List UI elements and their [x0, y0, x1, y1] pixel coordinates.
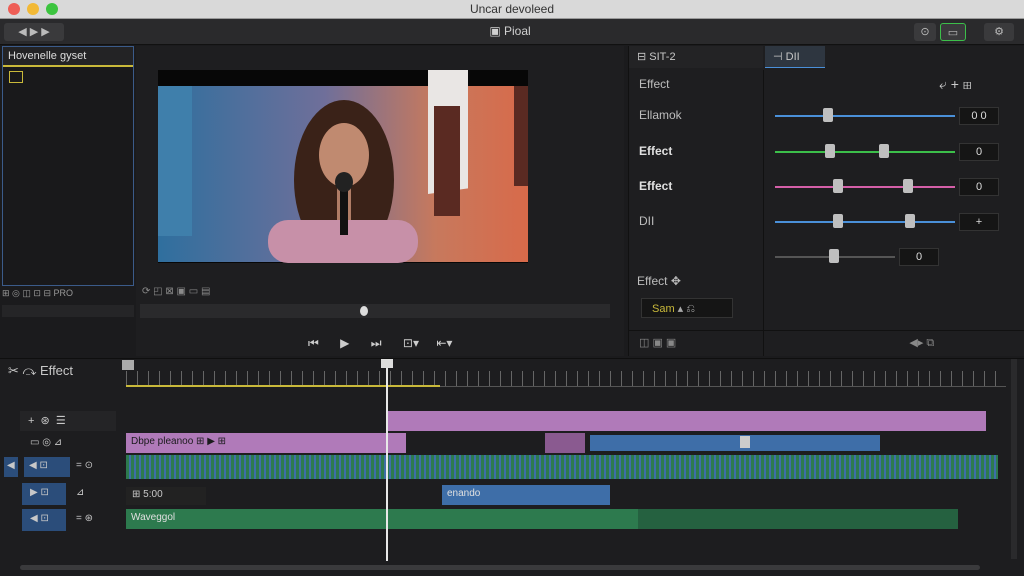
param-knob[interactable] [833, 179, 843, 193]
media-browser: Hovenelle gyset [2, 46, 134, 286]
track-lock[interactable]: ▶ ⊡ [22, 483, 66, 505]
param-knob[interactable] [905, 214, 915, 228]
param-knob[interactable] [879, 144, 889, 158]
inspector-panel: ⊟ SIT-2 ⊣ DII Effect ⤶ + ⊞ Ellamok 0 0 E… [628, 46, 1024, 356]
parameter-list: Ellamok 0 0 Effect 0 Effect 0 DII + 0 [629, 104, 1024, 304]
param-knob[interactable] [833, 214, 843, 228]
param-label: Effect [639, 179, 673, 193]
green-clip[interactable]: Waveggol [126, 509, 638, 529]
inspector-tab-a[interactable]: ⊟ SIT-2 [629, 46, 763, 68]
track-header: ◀ ⊡ = ⊛ [22, 509, 118, 531]
add-effect-button[interactable]: ⤶ + ⊞ [939, 76, 972, 93]
param-knob[interactable] [823, 108, 833, 122]
vertical-scrollbar[interactable] [1011, 359, 1017, 559]
param-knob[interactable] [825, 144, 835, 158]
green-clip-2[interactable] [638, 509, 958, 529]
param-label: Ellamok [639, 108, 682, 122]
scrubber-bar[interactable] [140, 304, 610, 318]
audio-clip[interactable] [590, 435, 880, 451]
param-knob[interactable] [829, 249, 839, 263]
track-add-controls[interactable]: + ⊛ ☰ [20, 411, 116, 431]
speed-icon[interactable]: ⇤▾ [436, 336, 452, 350]
title-clip[interactable]: Dbpe pleanoo ⊞ ▶ ⊞ [126, 433, 406, 453]
in-range-bar [126, 385, 440, 387]
layout-icon[interactable]: ▭ [940, 23, 966, 41]
timeline-clip[interactable] [545, 433, 585, 453]
viewer-panel: ⟳ ◰ ⊠ ▣ ▭ ▤ ⏮ ▶ ⏭ ⊡▾ ⇤▾ [136, 46, 624, 356]
inspector-tools-icon[interactable]: ◫ ▣ ▣ [639, 337, 676, 349]
param-value[interactable]: 0 [959, 178, 999, 196]
param-value[interactable]: 0 0 [959, 107, 999, 125]
track-volume[interactable]: ⊿ [76, 487, 84, 498]
track-volume[interactable]: = ⊛ [76, 513, 93, 524]
inspector-tab-b[interactable]: ⊣ DII [765, 46, 825, 68]
clip-handle[interactable] [740, 436, 750, 448]
timeline-header: ✂ ⤼ Effect [8, 363, 74, 378]
param-label: DII [639, 214, 655, 228]
sam-select[interactable]: Sam ▴ ⎌ [641, 298, 733, 318]
browser-toolbar: ⊞ ◎ ◫ ⊡ ⊟ PRO [2, 288, 73, 298]
viewer-icon: ▣ [489, 24, 504, 38]
param-slider[interactable] [775, 186, 955, 188]
inspector-section-label: Effect [639, 77, 670, 91]
timeline-panel: ✂ ⤼ Effect + ⊛ ☰ ▭ ◎ ⊿ ◀ ◀ ⊡ = ⊙ ▶ ⊡ ⊿ ◀… [0, 358, 1024, 576]
timeline-ruler[interactable] [126, 371, 1006, 387]
blue-clip[interactable]: enando [442, 485, 610, 505]
settings-icon[interactable]: ⚙ [984, 23, 1014, 41]
viewer-title: ▣ Pioal [489, 24, 531, 38]
clip-icon: ⊞ [132, 489, 144, 500]
timeline-playhead[interactable] [386, 365, 388, 561]
grid-icon[interactable]: ⊞ ◎ ◫ ⊡ ⊟ [2, 288, 53, 298]
playback-controls: ⏮ ▶ ⏭ ⊡▾ ⇤▾ [308, 336, 488, 352]
window-title: Uncar devoleed [469, 2, 555, 16]
param-slider[interactable] [775, 115, 955, 117]
split-icon: ⊣ [773, 51, 786, 63]
timeline-clip[interactable] [388, 411, 986, 431]
waveform-clip[interactable] [126, 455, 998, 479]
play-icon[interactable]: ▶ [340, 336, 349, 350]
param-value[interactable]: 0 [959, 143, 999, 161]
effect-gear-icon[interactable]: ✥ [671, 274, 681, 288]
inspector-bottom-bar: ◫ ▣ ▣ ◀▸ ⧉ [629, 330, 1024, 356]
in-marker[interactable] [122, 360, 134, 370]
track-lock[interactable]: ◀ ⊡ [24, 457, 70, 477]
blade-icon[interactable]: ✂ ⤼ [8, 363, 40, 378]
track-volume[interactable]: = ⊙ [76, 460, 93, 471]
next-icon[interactable]: ⏭ [371, 336, 382, 350]
track-select[interactable]: ◀ [4, 457, 18, 477]
loop-icon[interactable]: ⟳ ◰ ⊠ ▣ ▭ ▤ [142, 286, 210, 297]
inspector-nav-icon[interactable]: ◀▸ ⧉ [909, 337, 934, 349]
browser-scrub-bar[interactable] [2, 305, 134, 317]
window-titlebar: Uncar devoleed [0, 0, 1024, 19]
video-image [158, 70, 528, 263]
param-value[interactable]: + [959, 213, 999, 231]
main-toolbar: ◀ ▶ ▶ ▣ Pioal ⊙ ▭ ⚙ [0, 19, 1024, 45]
param-slider[interactable] [775, 221, 955, 223]
param-knob[interactable] [903, 179, 913, 193]
track-header: ▭ ◎ ⊿ [30, 437, 63, 448]
crop-icon[interactable]: ⊡▾ [403, 336, 419, 350]
param-value[interactable]: 0 [899, 248, 939, 266]
viewer-tools-row: ⟳ ◰ ⊠ ▣ ▭ ▤ [142, 286, 612, 298]
horizontal-scrollbar[interactable] [20, 565, 980, 570]
video-frame[interactable] [158, 70, 528, 263]
folder-icon[interactable] [9, 71, 23, 83]
param-slider[interactable] [775, 151, 955, 153]
track-header: ▶ ⊡ ⊿ [22, 483, 118, 505]
track-lock[interactable]: ◀ ⊡ [22, 509, 66, 531]
scrubber-playhead[interactable] [360, 306, 368, 316]
prev-frame-icon[interactable]: ⏮ [308, 336, 319, 350]
inspector-icon: ⊟ [637, 51, 650, 63]
param-label: Effect [639, 144, 673, 158]
transport-controls[interactable]: ◀ ▶ ▶ [4, 23, 64, 41]
track-header-main: ◀ ◀ ⊡ = ⊙ [4, 457, 118, 477]
share-icon[interactable]: ⊙ [914, 23, 936, 41]
clip-duration[interactable]: ⊞ 5:00 [126, 487, 206, 505]
playhead-handle[interactable] [381, 359, 393, 368]
browser-header: Hovenelle gyset [3, 47, 133, 67]
effect-footer-label: Effect ✥ [637, 274, 681, 288]
